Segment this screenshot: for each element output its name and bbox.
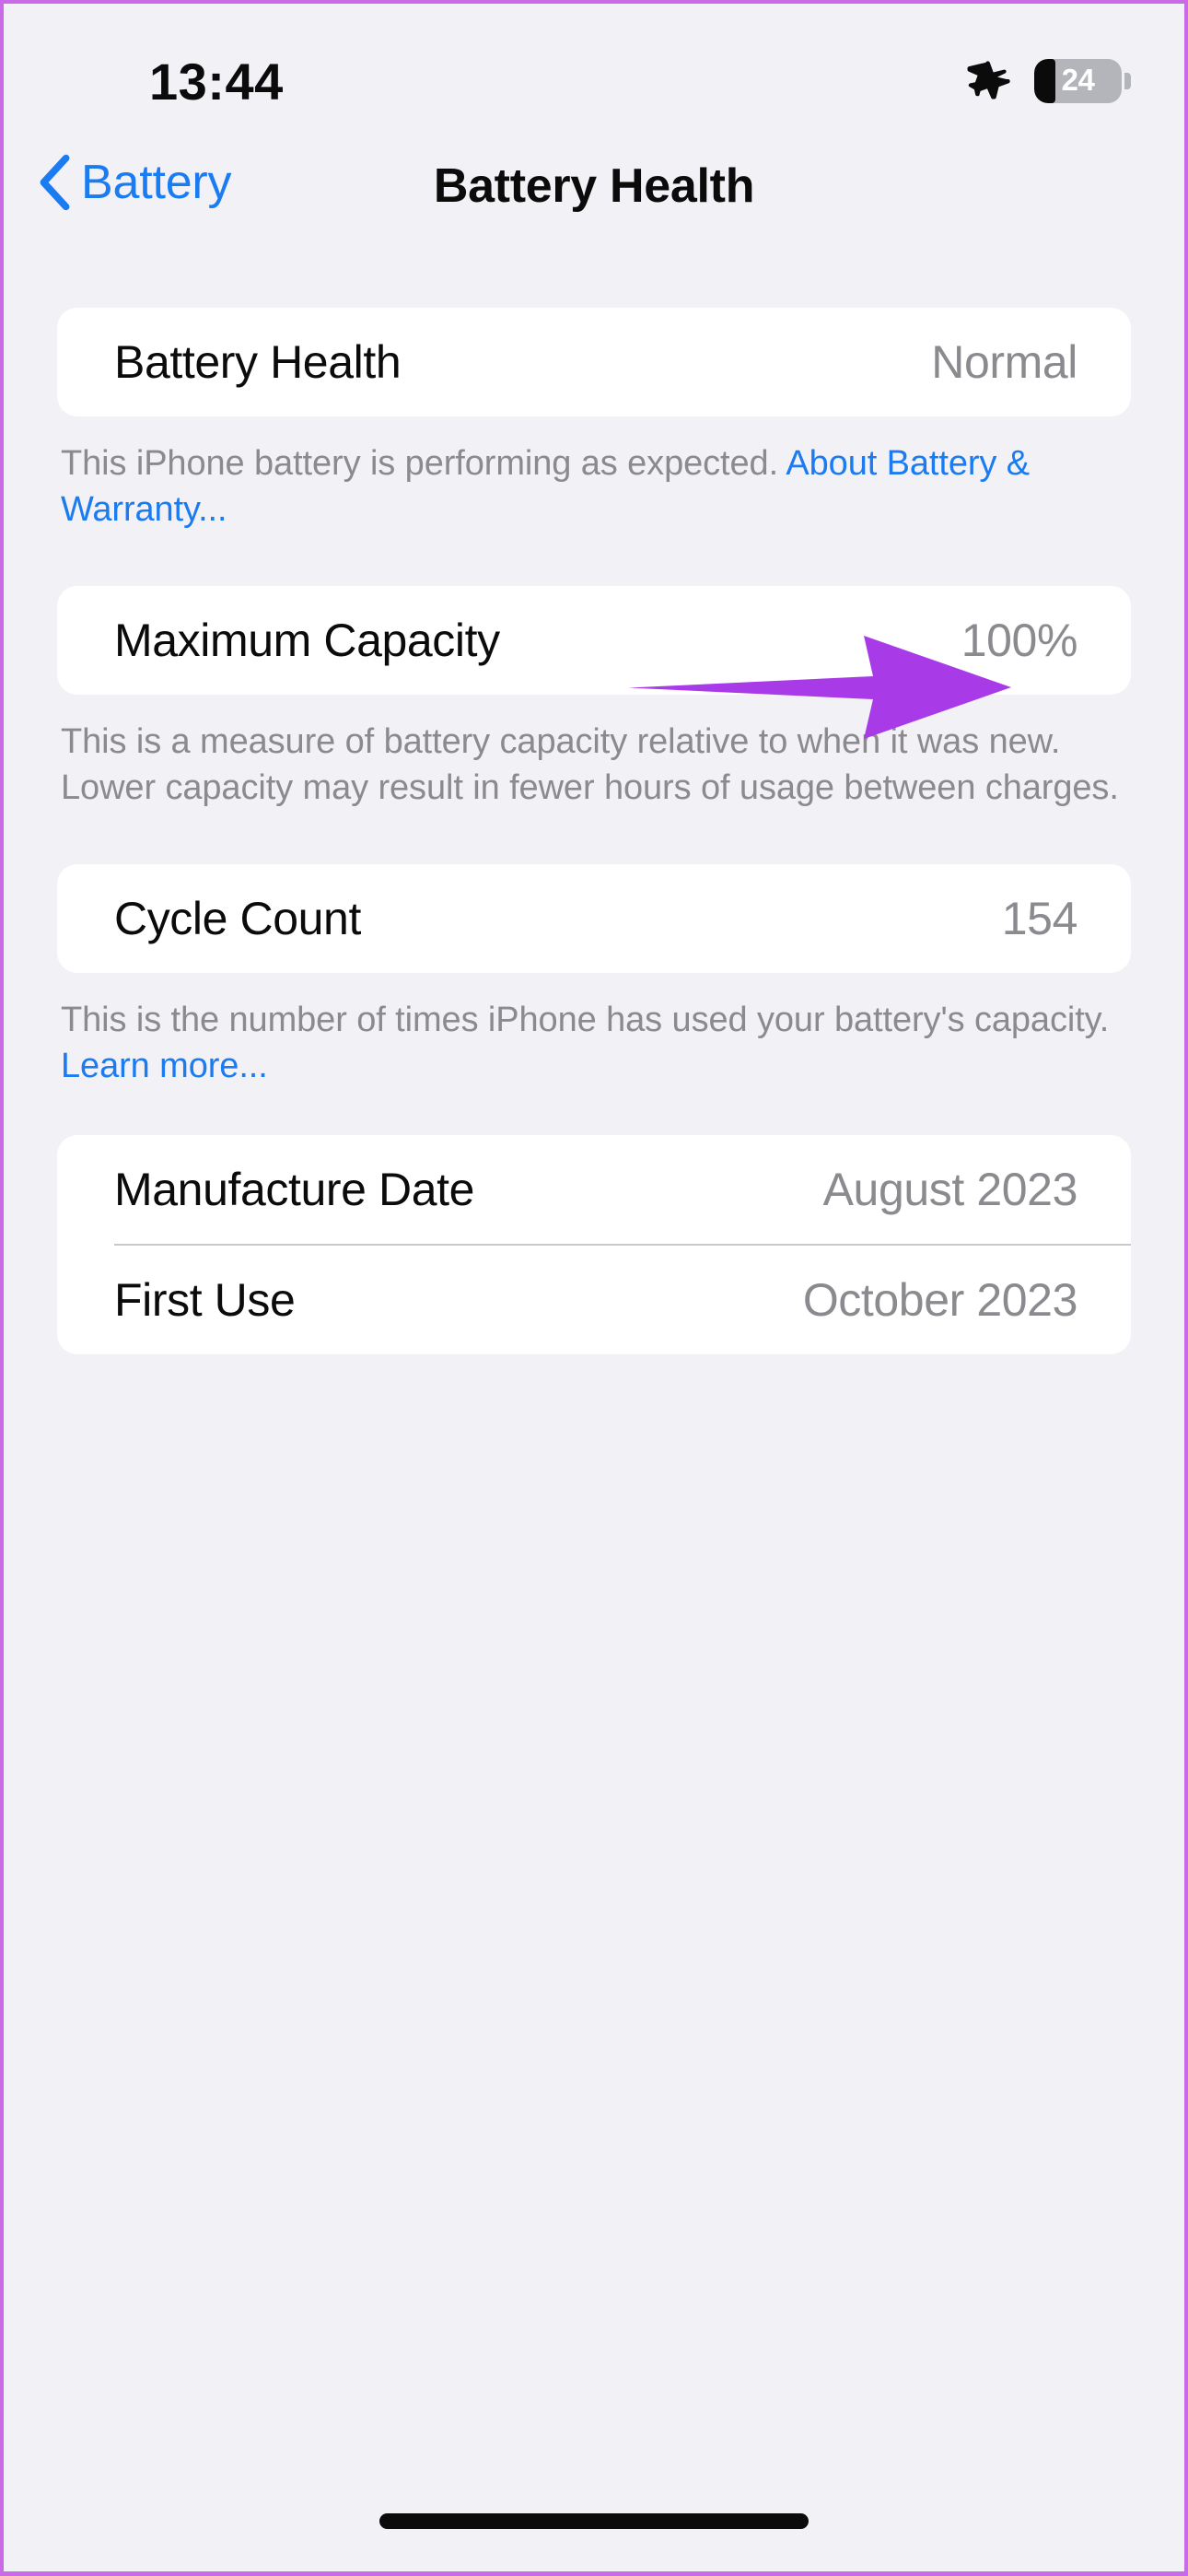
row-manufacture-date[interactable]: Manufacture Date August 2023 xyxy=(57,1135,1131,1244)
row-label: Cycle Count xyxy=(114,893,361,944)
status-bar: 13:44 24 xyxy=(4,4,1184,142)
battery-icon: 24 xyxy=(1034,58,1131,104)
settings-list: Battery Health Normal This iPhone batter… xyxy=(4,308,1184,2571)
battery-cap xyxy=(1124,73,1131,89)
row-label: First Use xyxy=(114,1274,296,1326)
status-bar-indicators: 24 xyxy=(966,57,1131,105)
home-indicator xyxy=(379,2513,809,2529)
row-value: 154 xyxy=(1001,893,1078,944)
battery-level-text: 24 xyxy=(1061,63,1095,97)
footnote-battery-health: This iPhone battery is performing as exp… xyxy=(61,440,1127,533)
airplane-icon xyxy=(966,57,1014,105)
row-value: August 2023 xyxy=(822,1164,1078,1215)
footnote-text: This iPhone battery is performing as exp… xyxy=(61,444,786,483)
status-bar-time: 13:44 xyxy=(149,53,284,111)
card-maximum-capacity: Maximum Capacity 100% xyxy=(57,586,1131,695)
page-title: Battery Health xyxy=(433,159,755,213)
card-dates: Manufacture Date August 2023 First Use O… xyxy=(57,1135,1131,1354)
footnote-text: This is the number of times iPhone has u… xyxy=(61,1001,1110,1039)
battery-body: 24 xyxy=(1034,59,1123,103)
row-value: October 2023 xyxy=(802,1274,1078,1326)
row-maximum-capacity[interactable]: Maximum Capacity 100% xyxy=(57,586,1131,695)
row-label: Maximum Capacity xyxy=(114,615,500,666)
row-label: Battery Health xyxy=(114,336,402,388)
row-value: 100% xyxy=(961,615,1078,666)
card-cycle-count: Cycle Count 154 xyxy=(57,864,1131,973)
phone-screen: 13:44 24 Battery Battery Health Battery … xyxy=(0,0,1188,2576)
row-battery-health[interactable]: Battery Health Normal xyxy=(57,308,1131,416)
row-cycle-count[interactable]: Cycle Count 154 xyxy=(57,864,1131,973)
footnote-cycle-count: This is the number of times iPhone has u… xyxy=(61,997,1127,1089)
learn-more-link[interactable]: Learn more... xyxy=(61,1047,268,1085)
row-label: Manufacture Date xyxy=(114,1164,475,1215)
footnote-maximum-capacity: This is a measure of battery capacity re… xyxy=(61,722,1119,807)
card-battery-health: Battery Health Normal xyxy=(57,308,1131,416)
navigation-bar: Battery Battery Health xyxy=(4,142,1184,243)
row-first-use[interactable]: First Use October 2023 xyxy=(57,1246,1131,1354)
row-value: Normal xyxy=(931,336,1077,388)
